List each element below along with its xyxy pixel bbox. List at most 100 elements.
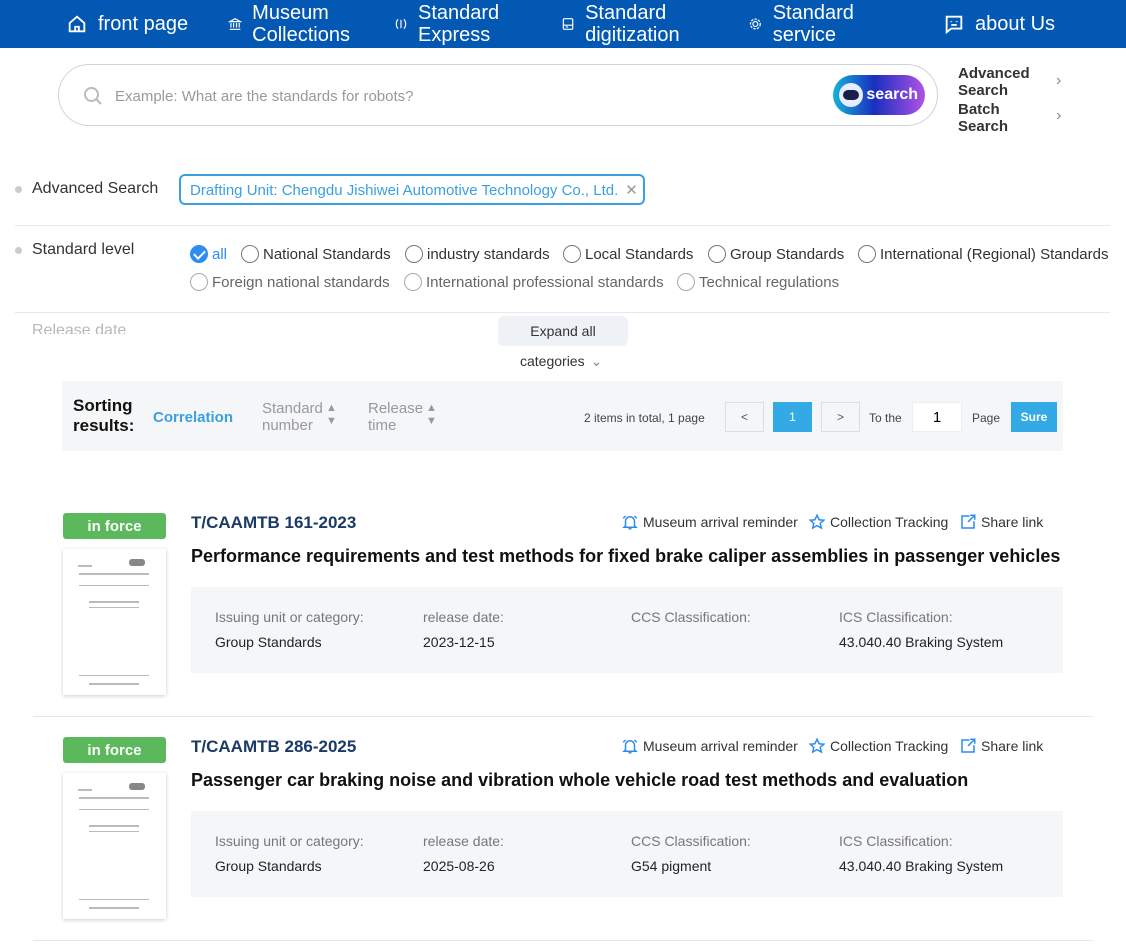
radio-industry[interactable]: industry standards — [405, 245, 550, 263]
sort-arrows-icon: ▲ ▼ — [426, 402, 437, 427]
home-icon — [68, 15, 86, 33]
nav-label: Museum Collections — [252, 2, 350, 46]
museum-arrival-reminder-button[interactable]: Museum arrival reminder — [621, 737, 798, 755]
next-page-button[interactable]: > — [821, 402, 860, 432]
radio-group[interactable]: Group Standards — [708, 245, 844, 263]
sort-label: Sorting results: — [73, 396, 135, 435]
label: ICS Classification: — [839, 833, 953, 849]
categories-toggle[interactable]: categories ⌄ — [520, 353, 602, 370]
nav-label: Standard service — [772, 2, 854, 46]
bell-icon — [622, 739, 638, 754]
info-panel: Issuing unit or category: Group Standards… — [191, 587, 1063, 673]
chat-icon — [945, 15, 963, 35]
sort-correlation[interactable]: Correlation — [153, 409, 233, 426]
sort-arrows-icon: ▲ ▼ — [326, 402, 337, 427]
prev-page-button[interactable]: < — [725, 402, 764, 432]
release-date-row: Release date — [15, 322, 126, 334]
filter-label-release: Release date — [32, 322, 127, 334]
nav-museum-collections[interactable]: Museum Collections — [228, 0, 368, 48]
standard-code-link[interactable]: T/CAAMTB 161-2023 — [191, 513, 356, 533]
info-panel: Issuing unit or category: Group Standards… — [191, 811, 1063, 897]
label: release date: — [423, 833, 504, 849]
pagination-total: 2 items in total, 1 page — [584, 411, 705, 425]
nav-label: Standard Express — [417, 2, 500, 46]
advanced-filter-tag[interactable]: Drafting Unit: Chengdu Jishiwei Automoti… — [179, 174, 645, 205]
label: Issuing unit or category: — [215, 833, 364, 849]
nav-front-page[interactable]: front page — [66, 0, 188, 48]
search-button-label: search — [866, 86, 918, 103]
filter-label-level: Standard level — [32, 241, 135, 258]
standard-title-link[interactable]: Passenger car braking noise and vibratio… — [191, 770, 968, 791]
label: Issuing unit or category: — [215, 609, 364, 625]
sure-button[interactable]: Sure — [1011, 402, 1057, 432]
categories-label: categories — [520, 353, 585, 369]
ics-value: 43.040.40 Braking System — [839, 858, 1004, 874]
label: Museum arrival reminder — [643, 514, 798, 530]
share-link-button[interactable]: Share link — [959, 513, 1043, 531]
document-thumbnail[interactable] — [63, 549, 166, 695]
search-icon — [84, 87, 102, 105]
batch-search-link[interactable]: Batch Search — [958, 101, 1048, 135]
robot-icon — [839, 83, 863, 107]
result-item: in force T/CAAMTB 161-2023 Museum arriva… — [0, 500, 1126, 724]
status-badge: in force — [63, 513, 166, 539]
bullet — [15, 247, 22, 254]
share-icon — [961, 514, 976, 529]
star-icon — [808, 513, 826, 530]
issuing-value: Group Standards — [215, 634, 322, 650]
chevron-right-icon: › — [1056, 107, 1062, 124]
label: Collection Tracking — [830, 514, 949, 530]
page-1-button[interactable]: 1 — [773, 402, 812, 432]
filter-tag-text: Drafting Unit: Chengdu Jishiwei Automoti… — [190, 182, 619, 199]
expand-all-button[interactable]: Expand all — [498, 316, 628, 346]
bullet — [15, 186, 22, 193]
sort-bar: Sorting results: Correlation Standard nu… — [62, 381, 1063, 451]
star-icon — [808, 737, 826, 754]
ics-value: 43.040.40 Braking System — [839, 634, 1004, 650]
top-nav: front page Museum Collections Standard E… — [0, 0, 1126, 48]
search-button[interactable]: search — [833, 75, 925, 115]
radio-all[interactable]: all — [190, 245, 227, 263]
label: CCS Classification: — [631, 609, 751, 625]
service-icon — [749, 18, 761, 30]
advanced-search-link[interactable]: Advanced Search — [958, 65, 1048, 99]
standard-title-link[interactable]: Performance requirements and test method… — [191, 546, 1060, 567]
chevron-down-icon: ⌄ — [590, 353, 603, 369]
result-item: in force T/CAAMTB 286-2025 Museum arriva… — [0, 724, 1126, 948]
collection-tracking-button[interactable]: Collection Tracking — [808, 513, 948, 531]
nav-label: front page — [98, 13, 189, 35]
nav-about-us[interactable]: about Us — [943, 0, 1055, 48]
express-icon — [395, 18, 407, 30]
search-input[interactable] — [115, 83, 815, 109]
collection-tracking-button[interactable]: Collection Tracking — [808, 737, 948, 755]
radio-technical[interactable]: Technical regulations — [677, 273, 839, 291]
radio-local[interactable]: Local Standards — [563, 245, 693, 263]
sort-release-time[interactable]: Release time ▲ ▼ — [368, 400, 437, 434]
radio-intl-professional[interactable]: International professional standards — [404, 273, 664, 291]
divider — [33, 940, 1093, 941]
nav-standard-express[interactable]: Standard Express — [394, 0, 519, 48]
label: release date: — [423, 609, 504, 625]
nav-standard-service[interactable]: Standard service — [748, 0, 873, 48]
museum-arrival-reminder-button[interactable]: Museum arrival reminder — [621, 513, 798, 531]
radio-foreign[interactable]: Foreign national standards — [190, 273, 390, 291]
sort-standard-number[interactable]: Standard number ▲ ▼ — [262, 400, 337, 434]
page-input[interactable] — [912, 402, 962, 432]
nav-standard-digitization[interactable]: Standard digitization — [561, 0, 701, 48]
digitization-icon — [562, 18, 574, 30]
document-thumbnail[interactable] — [63, 773, 166, 919]
museum-icon — [228, 18, 243, 30]
goto-label: To the — [869, 411, 902, 425]
radio-national[interactable]: National Standards — [241, 245, 391, 263]
release-date-value: 2023-12-15 — [423, 634, 495, 650]
divider — [15, 312, 1110, 313]
ccs-value: G54 pigment — [631, 858, 712, 874]
radio-international[interactable]: International (Regional) Standards — [858, 245, 1108, 263]
nav-label: Standard digitization — [585, 2, 680, 46]
chevron-right-icon: › — [1056, 72, 1062, 89]
label: ICS Classification: — [839, 609, 953, 625]
standard-code-link[interactable]: T/CAAMTB 286-2025 — [191, 737, 356, 757]
label: Museum arrival reminder — [643, 738, 798, 754]
close-icon[interactable]: ✕ — [625, 182, 638, 199]
share-link-button[interactable]: Share link — [959, 737, 1043, 755]
